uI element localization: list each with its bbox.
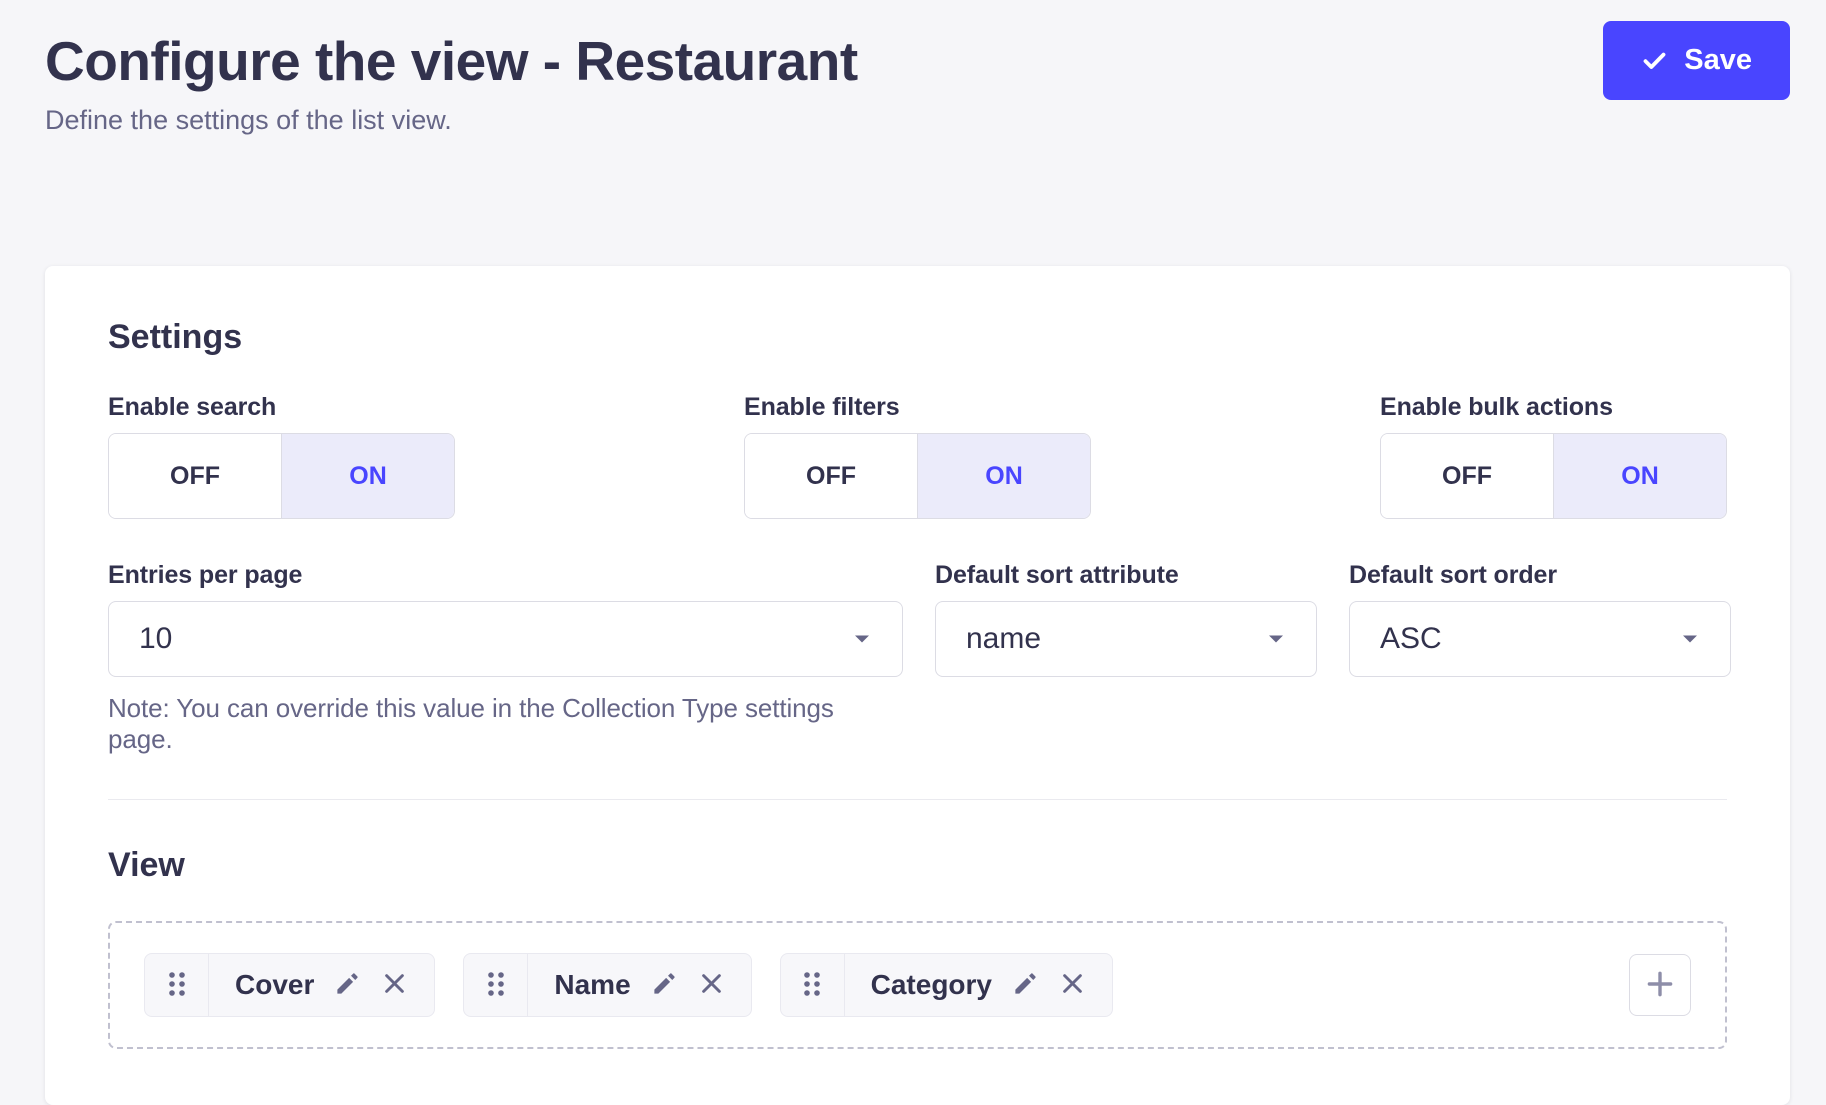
page: Configure the view - Restaurant Define t… (0, 0, 1826, 1105)
drag-handle-icon (486, 969, 506, 1002)
toggle-label: Enable filters (744, 393, 1091, 422)
page-title: Configure the view - Restaurant (45, 30, 858, 93)
toggle-enable-bulk-actions: OFF ON (1380, 433, 1727, 519)
chip-body: Name (528, 954, 750, 1016)
pencil-icon (334, 970, 361, 1000)
edit-field-button[interactable] (1012, 970, 1039, 1000)
chip-body: Category (845, 954, 1112, 1016)
select-value: name (966, 622, 1041, 656)
chip-label: Name (554, 969, 630, 1001)
drag-handle[interactable] (464, 954, 528, 1016)
caret-down-icon (852, 633, 872, 645)
remove-field-button[interactable] (698, 970, 725, 1000)
default-sort-order-select[interactable]: ASC (1349, 601, 1731, 677)
field-chip-name[interactable]: Name (463, 953, 751, 1017)
toggle-field-enable-filters: Enable filters OFF ON (744, 393, 1091, 519)
view-heading: View (108, 846, 1727, 885)
chip-body: Cover (209, 954, 434, 1016)
default-sort-attribute-select[interactable]: name (935, 601, 1317, 677)
configure-view-card: Settings Enable search OFF ON Enable fil… (45, 266, 1790, 1105)
select-label: Entries per page (108, 561, 903, 590)
drag-handle-icon (167, 969, 187, 1002)
toggle-label: Enable bulk actions (1380, 393, 1727, 422)
section-divider (108, 799, 1727, 800)
edit-field-button[interactable] (651, 970, 678, 1000)
select-field-default-sort-attribute: Default sort attribute name (935, 561, 1317, 755)
view-section: View Cover (108, 846, 1727, 1049)
page-header: Configure the view - Restaurant Define t… (45, 20, 1790, 136)
toggle-field-enable-search: Enable search OFF ON (108, 393, 455, 519)
toggle-on-option[interactable]: ON (917, 434, 1090, 518)
select-field-default-sort-order: Default sort order ASC (1349, 561, 1731, 755)
close-icon (698, 970, 725, 1000)
toggles-row: Enable search OFF ON Enable filters OFF … (108, 393, 1727, 519)
select-value: 10 (139, 622, 172, 656)
remove-field-button[interactable] (1059, 970, 1086, 1000)
save-button-label: Save (1684, 44, 1752, 77)
pencil-icon (651, 970, 678, 1000)
drag-handle[interactable] (781, 954, 845, 1016)
drag-handle-icon (802, 969, 822, 1002)
toggle-on-option[interactable]: ON (281, 434, 454, 518)
pencil-icon (1012, 970, 1039, 1000)
entries-per-page-note: Note: You can override this value in the… (108, 693, 903, 755)
field-dropzone: Cover (108, 921, 1727, 1049)
caret-down-icon (1680, 633, 1700, 645)
check-icon (1641, 47, 1668, 74)
selects-row: Entries per page 10 Note: You can overri… (108, 561, 1727, 755)
select-label: Default sort attribute (935, 561, 1317, 590)
close-icon (1059, 970, 1086, 1000)
select-value: ASC (1380, 622, 1442, 656)
drag-handle[interactable] (145, 954, 209, 1016)
edit-field-button[interactable] (334, 970, 361, 1000)
add-field-button[interactable] (1629, 954, 1691, 1016)
plus-icon (1643, 967, 1677, 1004)
field-chip-category[interactable]: Category (780, 953, 1113, 1017)
toggle-on-option[interactable]: ON (1553, 434, 1726, 518)
settings-section: Settings Enable search OFF ON Enable fil… (108, 318, 1727, 755)
save-button[interactable]: Save (1603, 21, 1790, 100)
toggle-off-option[interactable]: OFF (1381, 434, 1553, 518)
select-label: Default sort order (1349, 561, 1731, 590)
toggle-enable-filters: OFF ON (744, 433, 1091, 519)
toggle-enable-search: OFF ON (108, 433, 455, 519)
page-header-text: Configure the view - Restaurant Define t… (45, 20, 858, 136)
caret-down-icon (1266, 633, 1286, 645)
toggle-label: Enable search (108, 393, 455, 422)
chip-label: Category (871, 969, 992, 1001)
toggle-off-option[interactable]: OFF (109, 434, 281, 518)
toggle-off-option[interactable]: OFF (745, 434, 917, 518)
toggle-field-enable-bulk-actions: Enable bulk actions OFF ON (1380, 393, 1727, 519)
entries-per-page-select[interactable]: 10 (108, 601, 903, 677)
remove-field-button[interactable] (381, 970, 408, 1000)
chip-label: Cover (235, 969, 314, 1001)
close-icon (381, 970, 408, 1000)
field-chip-cover[interactable]: Cover (144, 953, 435, 1017)
settings-heading: Settings (108, 318, 1727, 357)
page-subtitle: Define the settings of the list view. (45, 105, 858, 136)
select-field-entries-per-page: Entries per page 10 Note: You can overri… (108, 561, 903, 755)
